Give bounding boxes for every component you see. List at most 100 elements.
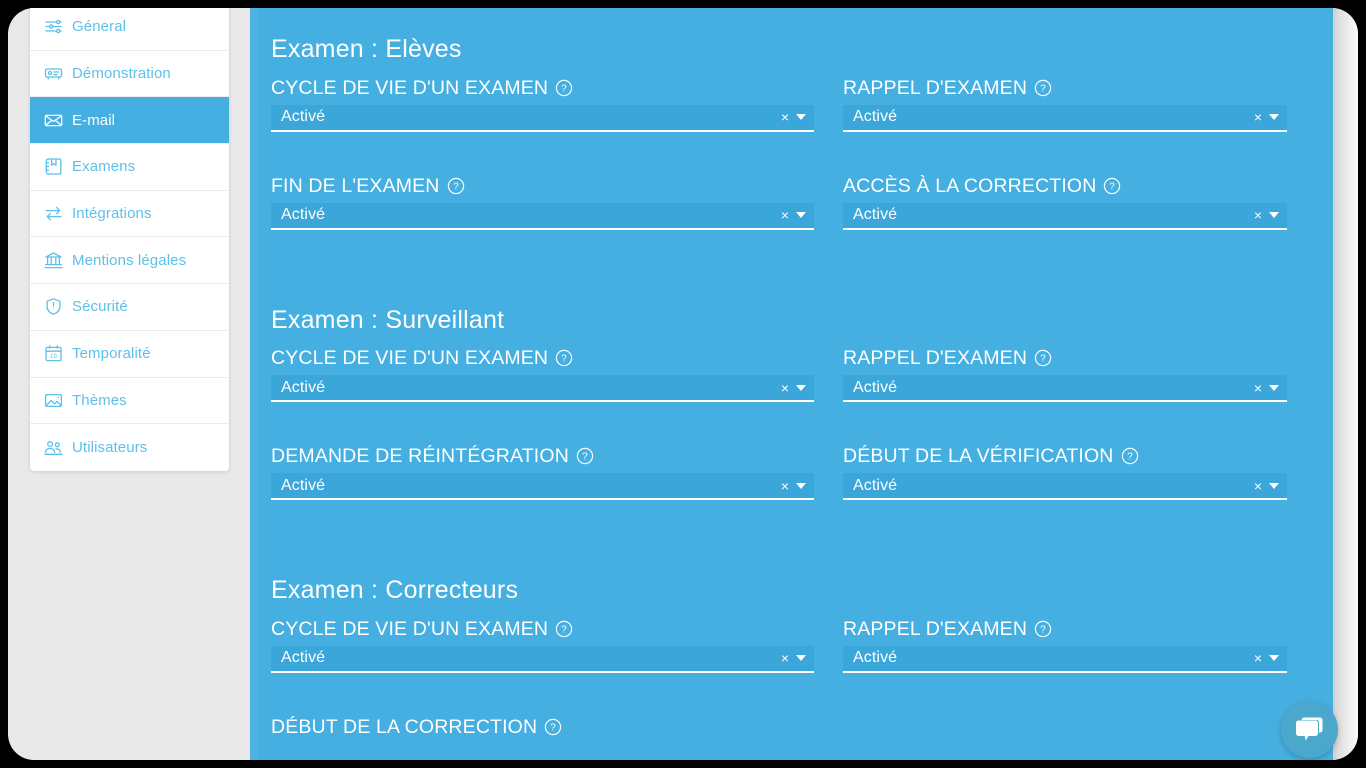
sidebar-item-securite[interactable]: Sécurité xyxy=(30,284,229,331)
clear-selection-icon[interactable]: × xyxy=(1254,110,1262,124)
setting-field-label: ACCÈS À LA CORRECTION? xyxy=(843,175,1287,197)
sidebar-item-general[interactable]: Géneral xyxy=(30,8,229,51)
svg-text:?: ? xyxy=(1110,181,1116,192)
setting-select[interactable]: Activé × xyxy=(843,645,1287,673)
chevron-down-icon[interactable] xyxy=(1269,655,1279,662)
setting-select[interactable]: Activé × xyxy=(271,473,814,501)
chevron-down-icon[interactable] xyxy=(1269,384,1279,391)
clear-selection-icon[interactable]: × xyxy=(781,479,789,493)
setting-field-label: RAPPEL D'EXAMEN? xyxy=(843,347,1287,369)
image-icon xyxy=(44,391,63,410)
setting-field: RAPPEL D'EXAMEN? Activé × xyxy=(843,618,1287,680)
sidebar-item-integrations[interactable]: Intégrations xyxy=(30,190,229,238)
help-circle-icon[interactable]: ? xyxy=(1034,620,1052,638)
clear-selection-icon[interactable]: × xyxy=(781,381,789,395)
setting-select-value: Activé xyxy=(281,206,326,224)
settings-section: Examen : Elèves CYCLE DE VIE D'UN EXAMEN?… xyxy=(271,35,1287,273)
sidebar-item-utilisateurs[interactable]: Utilisateurs xyxy=(30,424,229,471)
sidebar-item-label: Démonstration xyxy=(72,65,171,83)
setting-select[interactable]: Activé × xyxy=(271,645,814,673)
users-icon xyxy=(44,438,63,457)
settings-scroll-area[interactable]: Examen : Elèves CYCLE DE VIE D'UN EXAMEN?… xyxy=(250,8,1333,760)
chevron-down-icon[interactable] xyxy=(796,212,806,219)
setting-select[interactable]: Activé × xyxy=(843,375,1287,403)
sidebar-item-examens[interactable]: Examens xyxy=(30,144,229,191)
chevron-down-icon[interactable] xyxy=(796,384,806,391)
help-circle-icon[interactable]: ? xyxy=(1034,79,1052,97)
sidebar-item-label: Examens xyxy=(72,158,136,176)
svg-text:19: 19 xyxy=(50,353,57,360)
setting-select[interactable]: Activé × xyxy=(271,104,814,132)
chevron-down-icon[interactable] xyxy=(796,114,806,121)
envelope-icon xyxy=(44,111,63,130)
setting-select[interactable]: Activé × xyxy=(843,473,1287,501)
setting-field-label-text: DÉBUT DE LA CORRECTION xyxy=(271,715,538,738)
setting-select-tools: × xyxy=(1254,203,1279,228)
clear-selection-icon[interactable]: × xyxy=(781,110,789,124)
sidebar-item-mentions-legales[interactable]: Mentions légales xyxy=(30,237,229,285)
sidebar-item-label: Intégrations xyxy=(72,205,152,223)
setting-field: FIN DE L'EXAMEN? Activé × xyxy=(271,175,814,237)
clear-selection-icon[interactable]: × xyxy=(1254,651,1262,665)
help-circle-icon[interactable]: ? xyxy=(1034,349,1052,367)
vertical-scrollbar[interactable] xyxy=(1333,8,1358,760)
page-surface: Géneral Démonstration E-mail Examens Intégra… xyxy=(8,8,1358,760)
setting-select-value: Activé xyxy=(853,378,898,396)
sidebar-item-themes[interactable]: Thèmes xyxy=(30,377,229,425)
help-circle-icon[interactable]: ? xyxy=(576,447,594,465)
svg-text:?: ? xyxy=(1040,624,1046,635)
setting-field-label-text: RAPPEL D'EXAMEN xyxy=(843,76,1028,99)
chat-launcher-button[interactable] xyxy=(1281,701,1338,758)
setting-select-value: Activé xyxy=(281,649,326,667)
help-circle-icon[interactable]: ? xyxy=(544,718,562,736)
chevron-down-icon[interactable] xyxy=(1269,114,1279,121)
help-circle-icon[interactable]: ? xyxy=(555,349,573,367)
clear-selection-icon[interactable]: × xyxy=(781,651,789,665)
sidebar-item-temporalite[interactable]: 19 Temporalité xyxy=(30,330,229,378)
setting-select-value: Activé xyxy=(853,206,898,224)
help-circle-icon[interactable]: ? xyxy=(555,79,573,97)
sidebar-item-e-mail[interactable]: E-mail xyxy=(30,97,229,145)
help-circle-icon[interactable]: ? xyxy=(1121,447,1139,465)
section-title: Examen : Correcteurs xyxy=(271,576,519,604)
setting-field-label-text: RAPPEL D'EXAMEN xyxy=(843,617,1028,640)
setting-select-tools: × xyxy=(781,375,806,400)
setting-field-label-text: RAPPEL D'EXAMEN xyxy=(843,347,1028,369)
setting-select-tools: × xyxy=(1254,375,1279,400)
clear-selection-icon[interactable]: × xyxy=(1254,381,1262,395)
sidebar-item-demonstration[interactable]: Démonstration xyxy=(30,50,229,98)
clear-selection-icon[interactable]: × xyxy=(1254,208,1262,222)
chevron-down-icon[interactable] xyxy=(1269,212,1279,219)
help-circle-icon[interactable]: ? xyxy=(447,177,465,195)
sidebar-item-label: Mentions légales xyxy=(72,251,187,269)
setting-field: DEMANDE DE RÉINTÉGRATION? Activé × xyxy=(271,445,814,507)
help-circle-icon[interactable]: ? xyxy=(555,620,573,638)
chevron-down-icon[interactable] xyxy=(1269,482,1279,489)
clear-selection-icon[interactable]: × xyxy=(1254,479,1262,493)
section-title: Examen : Elèves xyxy=(271,35,462,63)
setting-select[interactable]: Activé × xyxy=(843,202,1287,230)
setting-field: DÉBUT DE LA VÉRIFICATION? Activé × xyxy=(843,445,1287,507)
bank-icon xyxy=(44,251,63,270)
setting-select[interactable]: Activé × xyxy=(271,202,814,230)
setting-select-value: Activé xyxy=(853,108,898,126)
setting-field-label: CYCLE DE VIE D'UN EXAMEN? xyxy=(271,347,814,369)
chat-bubbles-icon xyxy=(1295,716,1324,743)
help-circle-icon[interactable]: ? xyxy=(1103,177,1121,195)
setting-select-tools: × xyxy=(781,105,806,130)
section-field-grid: CYCLE DE VIE D'UN EXAMEN? Activé × RAPPEL D… xyxy=(271,77,1287,273)
setting-select[interactable]: Activé × xyxy=(271,375,814,403)
setting-field: DÉBUT DE LA CORRECTION? xyxy=(271,716,814,761)
svg-text:?: ? xyxy=(582,452,588,463)
chevron-down-icon[interactable] xyxy=(796,482,806,489)
setting-field-label: DÉBUT DE LA VÉRIFICATION? xyxy=(843,445,1287,467)
setting-select-tools: × xyxy=(781,473,806,498)
clear-selection-icon[interactable]: × xyxy=(781,208,789,222)
section-field-grid: CYCLE DE VIE D'UN EXAMEN? Activé × RAPPEL D… xyxy=(271,618,1287,761)
sidebar-item-label: Géneral xyxy=(72,18,127,36)
chevron-down-icon[interactable] xyxy=(796,655,806,662)
setting-field-label: CYCLE DE VIE D'UN EXAMEN? xyxy=(271,618,814,640)
setting-field: CYCLE DE VIE D'UN EXAMEN? Activé × xyxy=(271,618,814,680)
setting-select[interactable]: Activé × xyxy=(843,104,1287,132)
email-settings-panel: Examen : Elèves CYCLE DE VIE D'UN EXAMEN?… xyxy=(250,8,1333,760)
